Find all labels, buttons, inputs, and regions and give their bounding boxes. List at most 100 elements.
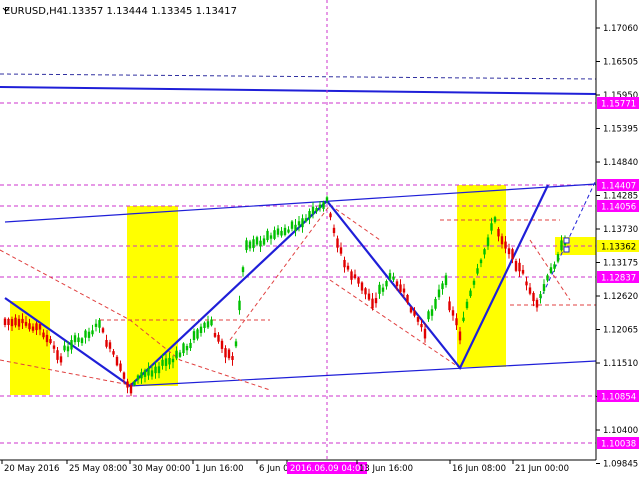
candle-body <box>325 197 329 201</box>
candle-body <box>280 230 283 236</box>
candle-body <box>402 288 406 293</box>
price-chart[interactable]: EURUSD,H4 1.13357 1.13444 1.13345 1.1341… <box>0 0 640 480</box>
price-label: 1.13175 <box>603 259 638 269</box>
price-label: 1.17060 <box>603 24 638 34</box>
candle-body <box>31 326 35 331</box>
candle-body <box>87 331 91 338</box>
candle-body <box>535 299 539 308</box>
candle-body <box>318 204 322 209</box>
candle-body <box>217 334 220 342</box>
candle-body <box>77 337 80 343</box>
price-label: 1.12065 <box>603 326 638 336</box>
candle-body <box>91 330 94 335</box>
time-label: 16 Jun 08:00 <box>452 464 506 474</box>
candle-body <box>112 351 115 355</box>
candle-body <box>430 309 434 316</box>
candle-body <box>451 310 455 316</box>
candle-body <box>350 271 353 280</box>
candle-body <box>150 370 154 377</box>
candle-body <box>14 317 17 326</box>
candle-body <box>297 221 301 226</box>
candle-body <box>308 211 311 219</box>
resistance-line[interactable] <box>4 183 597 223</box>
candle-body <box>395 281 399 287</box>
candle-body <box>210 319 213 326</box>
support-line[interactable] <box>129 360 597 387</box>
candle-body <box>353 274 357 279</box>
level-tag-label: 1.15771 <box>601 100 636 110</box>
candle-body <box>381 287 385 292</box>
candle-body <box>283 227 287 235</box>
candle-body <box>52 345 56 349</box>
candle-body <box>357 277 360 284</box>
price-label: 1.11510 <box>603 359 638 369</box>
candle-body <box>84 330 87 338</box>
candle-body <box>245 240 248 251</box>
price-label: 1.16505 <box>603 58 638 68</box>
forecast-marker[interactable] <box>563 246 570 253</box>
candle-body <box>147 367 150 376</box>
candle-body <box>556 253 560 262</box>
candle-body <box>185 345 189 351</box>
candle-body <box>444 275 448 286</box>
candle-body <box>448 301 451 311</box>
time-label: 1 Jun 16:00 <box>195 464 244 474</box>
candle-body <box>518 262 521 272</box>
candle-body <box>45 334 49 343</box>
highlight-zone <box>457 185 506 367</box>
chart-window[interactable]: EURUSD,H4 1.13357 1.13444 1.13345 1.1341… <box>0 0 640 480</box>
candle-body <box>213 332 217 337</box>
candle-body <box>266 230 269 241</box>
candle-body <box>73 335 77 343</box>
forecast-marker[interactable] <box>563 237 570 244</box>
candle-body <box>420 323 423 328</box>
candle-body <box>129 385 133 394</box>
candle-body <box>108 342 112 349</box>
candle-body <box>35 323 38 331</box>
candle-body <box>371 298 374 309</box>
level-tag-label: 1.12837 <box>601 274 636 284</box>
candle-body <box>343 259 346 268</box>
ohlc-values: 1.13357 1.13444 1.13345 1.13417 <box>62 6 237 17</box>
candle-body <box>476 268 479 274</box>
candle-body <box>378 284 381 294</box>
candle-body <box>546 275 549 281</box>
symbol-timeframe: EURUSD,H4 <box>4 6 63 17</box>
candle-body <box>276 228 280 235</box>
level-line-top <box>0 73 597 80</box>
candle-body <box>294 224 297 231</box>
candle-body <box>122 372 126 379</box>
candle-body <box>549 267 553 274</box>
candle-body <box>423 328 427 339</box>
candle-body <box>542 284 546 291</box>
candle-body <box>269 235 273 239</box>
candle-body <box>427 311 430 320</box>
candle-body <box>469 290 472 297</box>
candle-body <box>63 345 66 351</box>
candle-body <box>164 358 168 366</box>
candle-body <box>7 318 10 326</box>
candle-body <box>196 329 199 339</box>
price-label: 1.14840 <box>603 158 638 168</box>
candle-body <box>136 375 140 380</box>
candle-body <box>483 249 486 255</box>
candle-body <box>59 356 63 363</box>
candle-body <box>458 331 462 341</box>
candle-body <box>161 359 164 366</box>
candle-body <box>304 218 308 222</box>
candle-body <box>301 218 304 228</box>
candle-body <box>94 323 98 327</box>
candle-body <box>192 331 196 340</box>
price-label: 1.10400 <box>603 426 638 436</box>
candle-body <box>231 356 234 360</box>
candle-body <box>514 261 518 271</box>
candle-body <box>367 293 371 300</box>
candle-body <box>413 311 416 316</box>
time-label: 13 Jun 16:00 <box>359 464 413 474</box>
candle-body <box>3 318 7 325</box>
candle-body <box>416 317 420 322</box>
price-label: 1.12620 <box>603 292 638 302</box>
candle-body <box>346 265 350 270</box>
candle-body <box>406 294 409 303</box>
time-label: 25 May 08:00 <box>69 464 127 474</box>
